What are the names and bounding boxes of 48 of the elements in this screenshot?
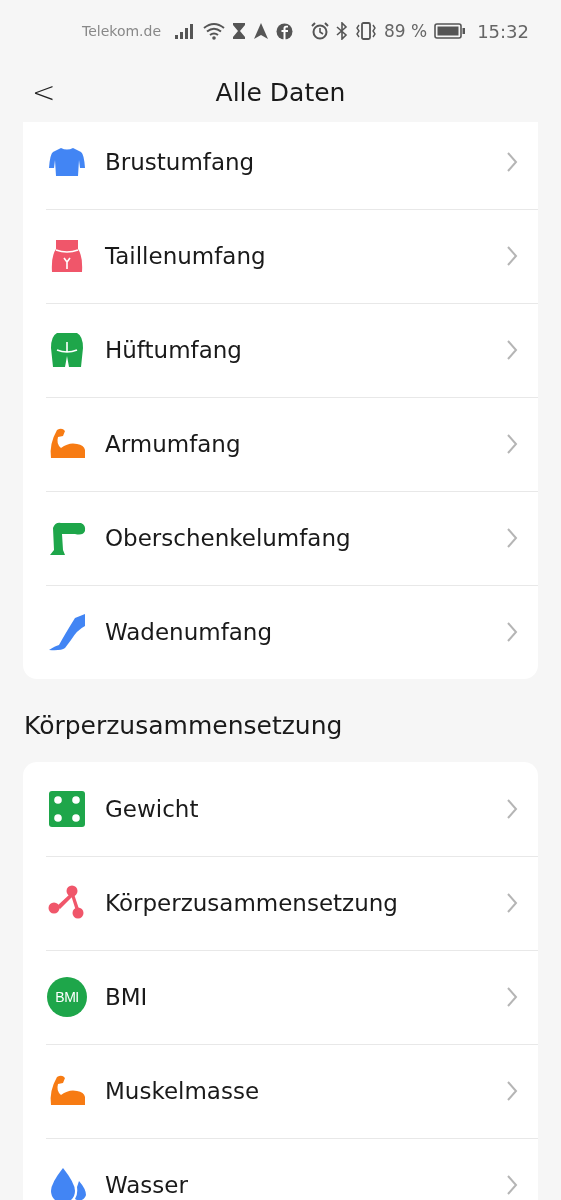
- item-label: Brustumfang: [105, 149, 256, 175]
- list-item[interactable]: Armumfang: [23, 397, 538, 491]
- battery-percentage: 89 %: [383, 21, 428, 41]
- list-item[interactable]: Wasser: [23, 1138, 538, 1200]
- list-item[interactable]: Muskelmasse: [23, 1044, 538, 1138]
- list-item[interactable]: Hüftumfang: [23, 303, 538, 397]
- chevron-right-icon: [506, 986, 518, 1008]
- chevron-right-icon: [506, 339, 518, 361]
- wifi-icon: [203, 22, 226, 40]
- chevron-right-icon: [506, 621, 518, 643]
- item-label: Wasser: [105, 1172, 189, 1198]
- battery-icon: [434, 23, 467, 39]
- alarm-icon: [310, 22, 329, 40]
- vibrate-icon: [354, 22, 377, 40]
- bluetooth-icon: [335, 22, 348, 40]
- item-label: Muskelmasse: [105, 1078, 261, 1104]
- item-label: Oberschenkelumfang: [105, 525, 352, 551]
- list-item[interactable]: Wadenumfang: [23, 585, 538, 679]
- chevron-right-icon: [506, 527, 518, 549]
- circle-f-icon: [276, 22, 294, 40]
- chevron-right-icon: [506, 1174, 518, 1196]
- list-item[interactable]: Oberschenkelumfang: [23, 491, 538, 585]
- item-label: Wadenumfang: [105, 619, 274, 645]
- item-label: Gewicht: [105, 796, 200, 822]
- page-title: Alle Daten: [215, 77, 346, 107]
- list-item[interactable]: Brustumfang: [23, 122, 538, 209]
- item-label: Hüftumfang: [105, 337, 243, 363]
- list-item[interactable]: Taillenumfang: [23, 209, 538, 303]
- hourglass-icon: [232, 22, 247, 40]
- chevron-right-icon: [506, 1080, 518, 1102]
- back-button[interactable]: <: [26, 75, 62, 109]
- item-label: Taillenumfang: [105, 243, 267, 269]
- item-label: BMI: [105, 984, 149, 1010]
- clock-time: 15:32: [477, 20, 529, 42]
- chevron-right-icon: [506, 892, 518, 914]
- bmi-badge: BMI: [47, 977, 87, 1017]
- list-item[interactable]: Gewicht: [23, 762, 538, 856]
- chevron-right-icon: [506, 151, 518, 173]
- item-label: Körperzusammensetzung: [105, 890, 399, 916]
- carrier-name: Telekom.de: [82, 23, 162, 39]
- chevron-right-icon: [506, 798, 518, 820]
- navigation-icon: [253, 22, 270, 40]
- section-heading: Körperzusammensetzung: [23, 710, 344, 742]
- list-item[interactable]: BMI BMI: [23, 950, 538, 1044]
- chevron-right-icon: [506, 433, 518, 455]
- list-item[interactable]: Körperzusammensetzung: [23, 856, 538, 950]
- chevron-right-icon: [506, 245, 518, 267]
- item-label: Armumfang: [105, 431, 242, 457]
